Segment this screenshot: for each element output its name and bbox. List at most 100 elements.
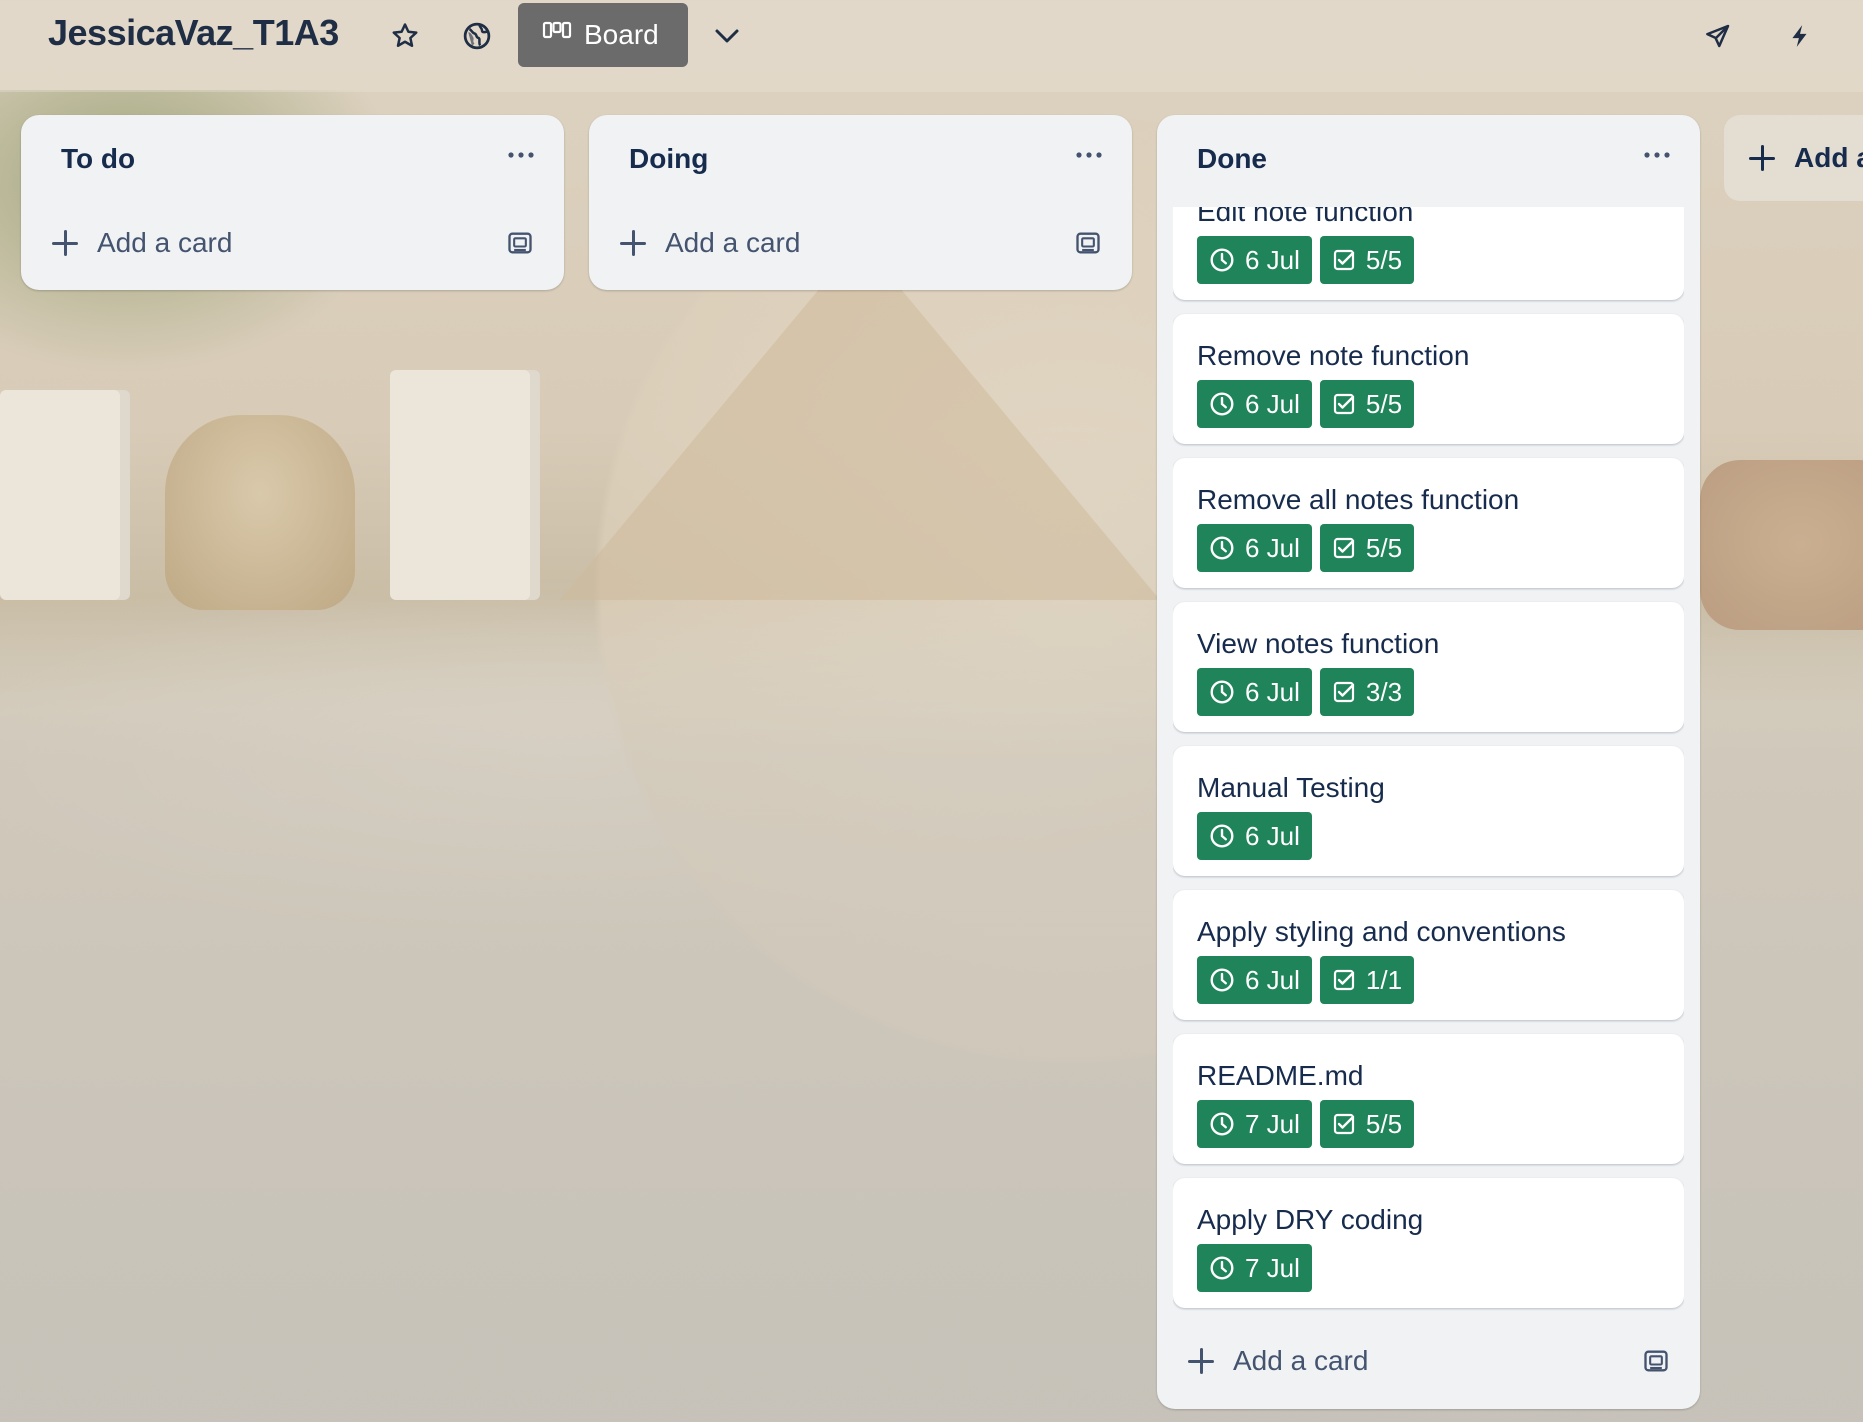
add-card-label: Add a card <box>665 227 801 258</box>
clock-icon <box>1210 248 1234 272</box>
checklist-count: 1/1 <box>1365 964 1403 995</box>
card[interactable]: README.md 7 Jul 5/5 <box>1173 1034 1684 1164</box>
star-icon[interactable] <box>385 16 425 56</box>
card[interactable]: View notes function 6 Jul 3/3 <box>1173 602 1684 732</box>
more-options-icon[interactable] <box>1074 145 1104 165</box>
card-title: Apply styling and conventions <box>1197 916 1566 947</box>
clock-icon <box>1210 968 1234 992</box>
list-done: Done Edit note function 6 Jul 5/5 Remove… <box>1157 115 1700 1409</box>
plus-icon <box>51 229 79 257</box>
rocket-icon[interactable] <box>1698 16 1738 56</box>
clock-icon <box>1210 1256 1234 1280</box>
checklist-count: 5/5 <box>1365 388 1403 419</box>
board-view-icon <box>542 19 572 51</box>
checklist-badge: 5/5 <box>1319 380 1415 428</box>
due-date-badge[interactable]: 6 Jul <box>1197 956 1312 1004</box>
checklist-icon <box>1333 681 1355 703</box>
background-chair <box>390 370 540 600</box>
checklist-icon <box>1333 537 1355 559</box>
card-badges: 6 Jul <box>1197 812 1312 860</box>
add-card-button[interactable]: Add a card <box>51 221 534 265</box>
card[interactable]: Apply DRY coding 7 Jul <box>1173 1178 1684 1308</box>
card-template-icon[interactable] <box>1074 229 1102 257</box>
more-options-icon[interactable] <box>1642 145 1672 165</box>
list-title[interactable]: To do <box>61 143 135 175</box>
add-card-label: Add a card <box>97 227 233 258</box>
due-date: 6 Jul <box>1245 532 1300 563</box>
list-title[interactable]: Done <box>1197 143 1267 175</box>
checklist-badge: 1/1 <box>1319 956 1415 1004</box>
background-stair <box>560 240 1160 600</box>
due-date-badge[interactable]: 6 Jul <box>1197 380 1312 428</box>
plus-icon <box>1748 144 1776 172</box>
due-date: 7 Jul <box>1245 1108 1300 1139</box>
card[interactable]: Manual Testing 6 Jul <box>1173 746 1684 876</box>
checklist-badge: 5/5 <box>1319 236 1415 284</box>
list-header: Done <box>1157 115 1700 207</box>
more-options-icon[interactable] <box>506 145 536 165</box>
lightning-icon[interactable] <box>1780 16 1820 56</box>
card-badges: 7 Jul <box>1197 1244 1312 1292</box>
card-title: README.md <box>1197 1060 1364 1091</box>
card-title: View notes function <box>1197 628 1440 659</box>
add-list-button[interactable]: Add another list <box>1724 115 1863 201</box>
checklist-icon <box>1333 249 1355 271</box>
add-card-button[interactable]: Add a card <box>1187 1339 1670 1383</box>
card-badges: 7 Jul 5/5 <box>1197 1100 1415 1148</box>
due-date: 6 Jul <box>1245 244 1300 275</box>
due-date-badge[interactable]: 6 Jul <box>1197 668 1312 716</box>
list-header: Doing <box>589 115 1132 207</box>
card-badges: 6 Jul 5/5 <box>1197 380 1415 428</box>
board-view-button[interactable]: Board <box>518 3 688 67</box>
clock-icon <box>1210 680 1234 704</box>
card[interactable]: Edit note function 6 Jul 5/5 <box>1173 207 1684 300</box>
card[interactable]: Apply styling and conventions 6 Jul 1/1 <box>1173 890 1684 1020</box>
due-date: 6 Jul <box>1245 964 1300 995</box>
card-list: Edit note function 6 Jul 5/5 Remove note… <box>1173 207 1684 1317</box>
due-date-badge[interactable]: 6 Jul <box>1197 236 1312 284</box>
list-doing: Doing Add a card <box>589 115 1132 290</box>
globe-icon[interactable] <box>457 16 497 56</box>
clock-icon <box>1210 824 1234 848</box>
due-date-badge[interactable]: 7 Jul <box>1197 1244 1312 1292</box>
clock-icon <box>1210 536 1234 560</box>
add-card-label: Add a card <box>1233 1345 1369 1376</box>
add-card-button[interactable]: Add a card <box>619 221 1102 265</box>
card-badges: 6 Jul 3/3 <box>1197 668 1415 716</box>
card-badges: 6 Jul 1/1 <box>1197 956 1415 1004</box>
card[interactable]: Remove note function 6 Jul 5/5 <box>1173 314 1684 444</box>
chevron-down-icon[interactable] <box>707 16 747 56</box>
list-todo: To do Add a card <box>21 115 564 290</box>
due-date: 6 Jul <box>1245 676 1300 707</box>
card-title: Apply DRY coding <box>1197 1204 1424 1235</box>
card-badges: 6 Jul 5/5 <box>1197 524 1415 572</box>
card-title: Remove all notes function <box>1197 484 1520 515</box>
checklist-count: 5/5 <box>1365 1108 1403 1139</box>
due-date: 7 Jul <box>1245 1252 1300 1283</box>
checklist-badge: 5/5 <box>1319 524 1415 572</box>
due-date: 6 Jul <box>1245 820 1300 851</box>
add-list-label: Add another list <box>1794 142 1863 173</box>
clock-icon <box>1210 1112 1234 1136</box>
clock-icon <box>1210 392 1234 416</box>
card-template-icon[interactable] <box>1642 1347 1670 1375</box>
checklist-icon <box>1333 969 1355 991</box>
due-date-badge[interactable]: 6 Jul <box>1197 524 1312 572</box>
card-title: Manual Testing <box>1197 772 1385 803</box>
due-date-badge[interactable]: 7 Jul <box>1197 1100 1312 1148</box>
checklist-icon <box>1333 393 1355 415</box>
board-title[interactable]: JessicaVaz_T1A3 <box>48 12 339 54</box>
card-title: Remove note function <box>1197 340 1470 371</box>
due-date: 6 Jul <box>1245 388 1300 419</box>
card-badges: 6 Jul 5/5 <box>1197 236 1415 284</box>
list-title[interactable]: Doing <box>629 143 708 175</box>
checklist-badge: 5/5 <box>1319 1100 1415 1148</box>
due-date-badge[interactable]: 6 Jul <box>1197 812 1312 860</box>
plus-icon <box>619 229 647 257</box>
background-side-table <box>165 415 355 610</box>
board-header: JessicaVaz_T1A3 Board <box>0 0 1863 92</box>
list-header: To do <box>21 115 564 207</box>
card-template-icon[interactable] <box>506 229 534 257</box>
card[interactable]: Remove all notes function 6 Jul 5/5 <box>1173 458 1684 588</box>
card-title: Edit note function <box>1197 207 1414 227</box>
